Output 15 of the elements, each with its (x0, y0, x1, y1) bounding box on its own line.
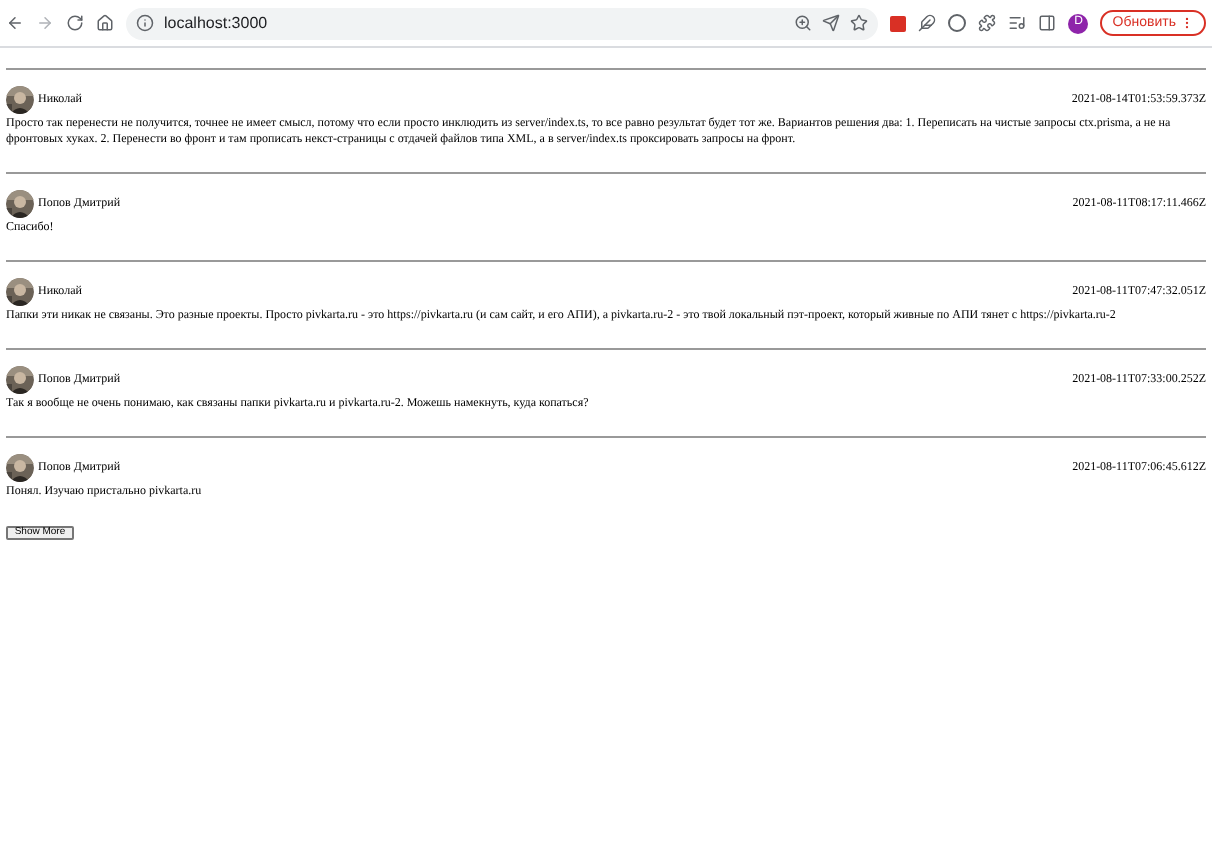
playlist-icon[interactable] (1008, 14, 1027, 32)
send-icon[interactable] (822, 14, 841, 32)
menu-icon (1180, 16, 1194, 30)
sidebar-icon[interactable] (1038, 14, 1057, 32)
home-icon[interactable] (96, 14, 114, 32)
zoom-icon[interactable] (794, 14, 813, 32)
puzzle-icon[interactable] (978, 14, 997, 32)
info-icon (136, 14, 154, 32)
url-text: localhost:3000 (164, 11, 268, 35)
back-icon[interactable] (6, 14, 24, 32)
star-icon[interactable] (850, 14, 869, 32)
extension-icon[interactable] (890, 15, 907, 31)
address-bar[interactable]: localhost:3000 (126, 7, 879, 39)
feather-icon[interactable] (918, 14, 937, 32)
reload-icon[interactable] (66, 14, 84, 32)
